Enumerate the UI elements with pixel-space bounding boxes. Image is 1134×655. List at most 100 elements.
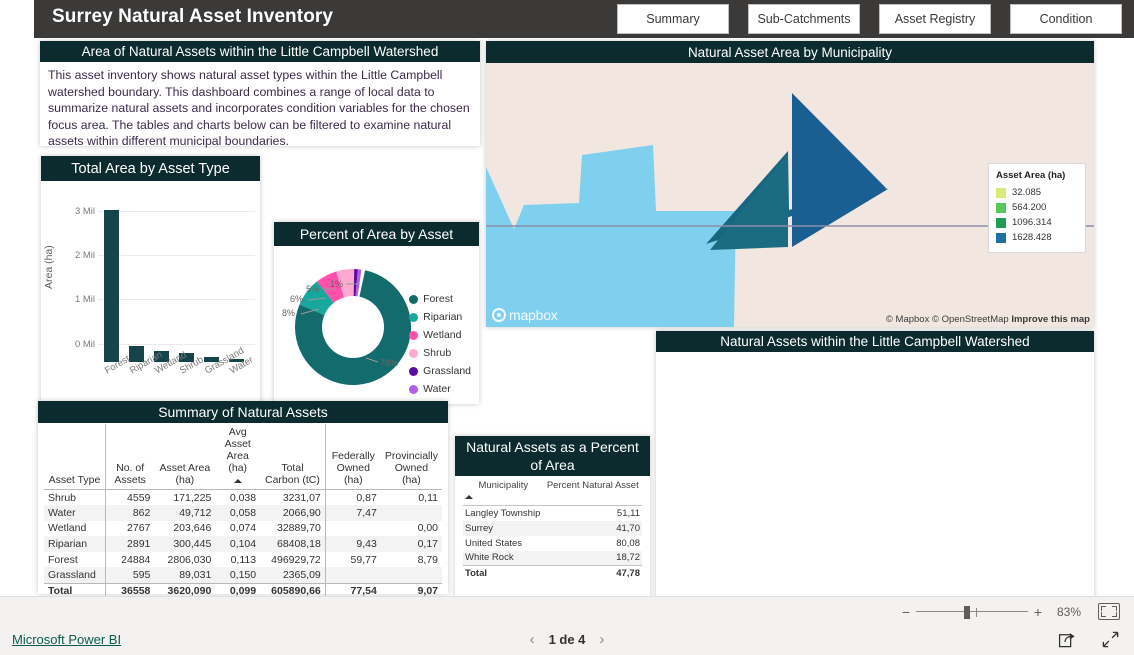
map-viewport[interactable]: mapbox © Mapbox © OpenStreetMap Improve … <box>486 63 1094 327</box>
fit-to-page-icon[interactable] <box>1098 603 1120 620</box>
cell-type: Forest <box>48 553 78 566</box>
attribution-improve-link[interactable]: Improve this map <box>1011 314 1090 325</box>
zoom-slider-thumb[interactable] <box>964 605 970 619</box>
table-row[interactable]: Shrub 4559 171,225 0,038 3231,07 0,87 0,11 <box>44 489 442 506</box>
cell-area: 49,712 <box>154 505 216 521</box>
donut-legend-item-riparian[interactable]: Riparian <box>409 308 471 326</box>
zoom-level-value: 83% <box>1056 604 1082 619</box>
summary-table-wrapper[interactable]: Asset Type No. of Assets Asset Area (ha)… <box>38 423 448 599</box>
summary-table-title: Summary of Natural Assets <box>38 401 448 423</box>
donut-chart-plot[interactable]: 8% 6% 5% 1% 78% Forest Riparian Wetland Shr… <box>274 246 479 404</box>
description-card-title: Area of Natural Assets within the Little… <box>40 41 480 62</box>
list-item[interactable]: Surrey 41,70 <box>463 520 642 536</box>
watershed-assets-panel-body[interactable] <box>656 352 1094 624</box>
footer-bar: Microsoft Power BI ‹ 1 de 4 › <box>0 625 1134 655</box>
map-legend-item[interactable]: 1628.428 <box>996 230 1078 245</box>
mapbox-circle-icon <box>492 308 506 322</box>
map-legend-label: 32.085 <box>1012 187 1042 198</box>
donut-legend-item-water[interactable]: Water <box>409 380 471 398</box>
table-row[interactable]: Wetland 2767 203,646 0,074 32889,70 0,00 <box>44 520 442 537</box>
cell-type: Wetland <box>48 522 87 535</box>
col-no-of-assets[interactable]: No. of Assets <box>104 424 155 490</box>
zoom-out-button[interactable]: − <box>898 604 914 620</box>
col-municipality[interactable]: Municipality <box>463 478 544 506</box>
col-total-carbon[interactable]: Total Carbon (tC) <box>260 424 325 490</box>
fullscreen-icon[interactable] <box>1101 630 1120 649</box>
cell-area: 2806,030 <box>167 553 212 566</box>
cell-federal: 59,77 <box>324 551 381 568</box>
list-item[interactable]: Langley Township 51,11 <box>463 506 642 521</box>
col-avg-asset-area-label: Avg Asset Area (ha) <box>224 426 251 474</box>
summary-table: Asset Type No. of Assets Asset Area (ha)… <box>44 424 442 599</box>
table-row[interactable]: Grassland 595 89,031 0,150 2365,09 <box>44 567 442 584</box>
cell-federal <box>324 520 381 537</box>
list-item[interactable]: United States 80,08 <box>463 536 642 551</box>
donut-legend-label: Grassland <box>423 365 471 377</box>
legend-swatch-icon <box>409 366 419 376</box>
col-federally-owned[interactable]: Federally Owned (ha) <box>324 424 381 490</box>
donut-chart-legend: Forest Riparian Wetland Shrub Grassland Water <box>409 290 471 398</box>
watershed-assets-panel-title: Natural Assets within the Little Campbel… <box>656 331 1094 352</box>
page-indicator: 1 de 4 <box>548 632 586 647</box>
table-row[interactable]: Forest 24884 2806,030 0,113 496929,72 59,77 8,… <box>44 551 442 568</box>
bar-chart-plot[interactable]: Area (ha) 3 Mil 2 Mil 1 Mil 0 Mil Forest… <box>41 181 260 428</box>
attribution-osm[interactable]: © OpenStreetMap <box>932 314 1009 325</box>
cell-count: 2891 <box>104 536 155 552</box>
description-card-body: This asset inventory shows natural asset… <box>48 68 470 148</box>
percent-table-wrapper[interactable]: Municipality Percent Natural Asset Langl… <box>455 476 650 581</box>
cell-federal: 0,87 <box>324 489 381 506</box>
status-bar: − + 83% <box>0 596 1134 625</box>
col-asset-type[interactable]: Asset Type <box>44 424 105 490</box>
bar-forest[interactable] <box>103 209 120 362</box>
cell-federal <box>324 567 381 584</box>
bar-chart-title: Total Area by Asset Type <box>41 156 260 181</box>
bar-chart-card: Total Area by Asset Type Area (ha) 3 Mil… <box>41 156 260 428</box>
donut-legend-item-grassland[interactable]: Grassland <box>409 362 471 380</box>
cell-count: 862 <box>104 505 155 521</box>
previous-page-button[interactable]: ‹ <box>530 631 535 648</box>
zoom-slider[interactable] <box>916 605 1028 619</box>
map-legend-label: 1628.428 <box>1012 232 1052 243</box>
col-avg-asset-area[interactable]: Avg Asset Area (ha) <box>215 424 260 490</box>
nav-button-asset-registry[interactable]: Asset Registry <box>879 4 991 34</box>
map-legend-item[interactable]: 32.085 <box>996 185 1078 200</box>
nav-button-condition[interactable]: Condition <box>1010 4 1122 34</box>
cell-carbon: 32889,70 <box>276 522 321 535</box>
donut-chart-card: Percent of Area by Asset 8% 6% 5% 1% 78%… <box>274 222 479 404</box>
app-header: Surrey Natural Asset Inventory Summary S… <box>34 0 1134 38</box>
col-percent-natural-asset[interactable]: Percent Natural Asset <box>544 478 642 506</box>
cell-carbon: 2066,90 <box>260 505 326 521</box>
nav-button-group: Summary Sub-Catchments Asset Registry Co… <box>617 4 1122 34</box>
bar-chart-bars <box>99 199 256 362</box>
donut-legend-item-shrub[interactable]: Shrub <box>409 344 471 362</box>
nav-button-sub-catchments[interactable]: Sub-Catchments <box>748 4 860 34</box>
table-row[interactable]: Water 862 49,712 0,058 2066,90 7,47 <box>44 505 442 521</box>
legend-swatch-icon <box>409 330 419 340</box>
map-legend-item[interactable]: 564.200 <box>996 200 1078 215</box>
donut-legend-label: Shrub <box>423 347 452 359</box>
footer-icon-group <box>1058 630 1120 649</box>
zoom-slider-tick <box>976 607 977 617</box>
summary-table-card: Summary of Natural Assets Asset Type No.… <box>38 401 448 599</box>
legend-swatch-icon <box>409 348 419 358</box>
map-legend-label: 564.200 <box>1012 202 1047 213</box>
cell-count: 24884 <box>104 551 155 568</box>
zoom-in-button[interactable]: + <box>1030 604 1046 620</box>
total-cell-percent: 47,78 <box>543 565 642 581</box>
cell-provincial: 0,17 <box>380 536 442 552</box>
map-legend-item[interactable]: 1096.314 <box>996 215 1078 230</box>
donut-legend-item-wetland[interactable]: Wetland <box>409 326 471 344</box>
cell-federal: 9,43 <box>324 536 381 552</box>
nav-button-summary[interactable]: Summary <box>617 4 729 34</box>
cell-area: 171,225 <box>173 491 212 504</box>
donut-legend-item-forest[interactable]: Forest <box>409 290 471 308</box>
bar-chart-y-tick: 0 Mil <box>74 339 95 350</box>
share-icon[interactable] <box>1058 630 1077 649</box>
donut-legend-label: Forest <box>423 293 453 305</box>
list-item[interactable]: White Rock 18,72 <box>463 550 642 566</box>
table-row[interactable]: Riparian 2891 300,445 0,104 68408,18 9,43 0,17 <box>44 536 442 552</box>
attribution-mapbox[interactable]: © Mapbox <box>886 314 929 325</box>
col-asset-area[interactable]: Asset Area (ha) <box>154 424 215 490</box>
next-page-button[interactable]: › <box>599 631 604 648</box>
col-provincially-owned[interactable]: Provincially Owned (ha) <box>381 424 442 490</box>
